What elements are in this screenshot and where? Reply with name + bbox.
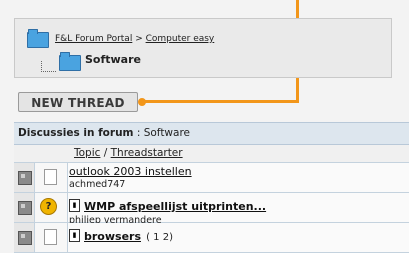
current-forum-title: Software [85, 53, 141, 66]
thread-table: Discussies in forum : Software Topic / T… [14, 122, 409, 253]
forum-header-name: Software [143, 127, 191, 139]
thread-starter: achmed747 [69, 179, 126, 190]
table-row: ▮ browsers ( 1 2) [14, 223, 409, 253]
annotation-dot [138, 98, 146, 106]
attachment-icon: ▮ [69, 229, 80, 242]
new-thread-button[interactable]: NEW THREAD [18, 92, 138, 112]
page-links[interactable]: ( 1 2) [146, 232, 173, 243]
thread-status-icon [18, 201, 32, 215]
forum-header: Discussies in forum : Software [14, 123, 409, 145]
thread-status-icon [18, 231, 32, 245]
table-row: outlook 2003 instellen achmed747 [14, 163, 409, 193]
column-header-sep: / [100, 147, 111, 159]
tree-connector [41, 61, 56, 72]
breadcrumb-portal-link[interactable]: F&L Forum Portal [55, 34, 132, 44]
attachment-icon: ▮ [69, 199, 80, 212]
forum-header-sep: : [133, 127, 144, 139]
sort-topic-link[interactable]: Topic [74, 147, 100, 159]
thread-status-icon [18, 171, 32, 185]
sort-threadstarter-link[interactable]: Threadstarter [111, 147, 183, 159]
open-folder-icon [59, 52, 81, 71]
question-icon: ? [40, 198, 57, 215]
forum-header-prefix: Discussies in forum [18, 127, 134, 139]
table-row: ? ▮ WMP afspeellijst uitprinten... philie… [14, 193, 409, 226]
breadcrumb: F&L Forum Portal > Computer easy [55, 34, 214, 44]
column-header: Topic / Threadstarter [14, 145, 409, 163]
annotation-line-horizontal [139, 100, 299, 103]
breadcrumb-box: F&L Forum Portal > Computer easy Softwar… [14, 18, 392, 78]
document-icon [44, 229, 57, 245]
thread-title-link[interactable]: WMP afspeellijst uitprinten... [84, 200, 266, 213]
breadcrumb-category-link[interactable]: Computer easy [146, 34, 215, 44]
folder-icon [27, 29, 49, 48]
breadcrumb-separator: > [132, 34, 146, 44]
thread-title-link[interactable]: outlook 2003 instellen [69, 165, 409, 178]
thread-title-link[interactable]: browsers [84, 230, 141, 243]
document-icon [44, 169, 57, 185]
